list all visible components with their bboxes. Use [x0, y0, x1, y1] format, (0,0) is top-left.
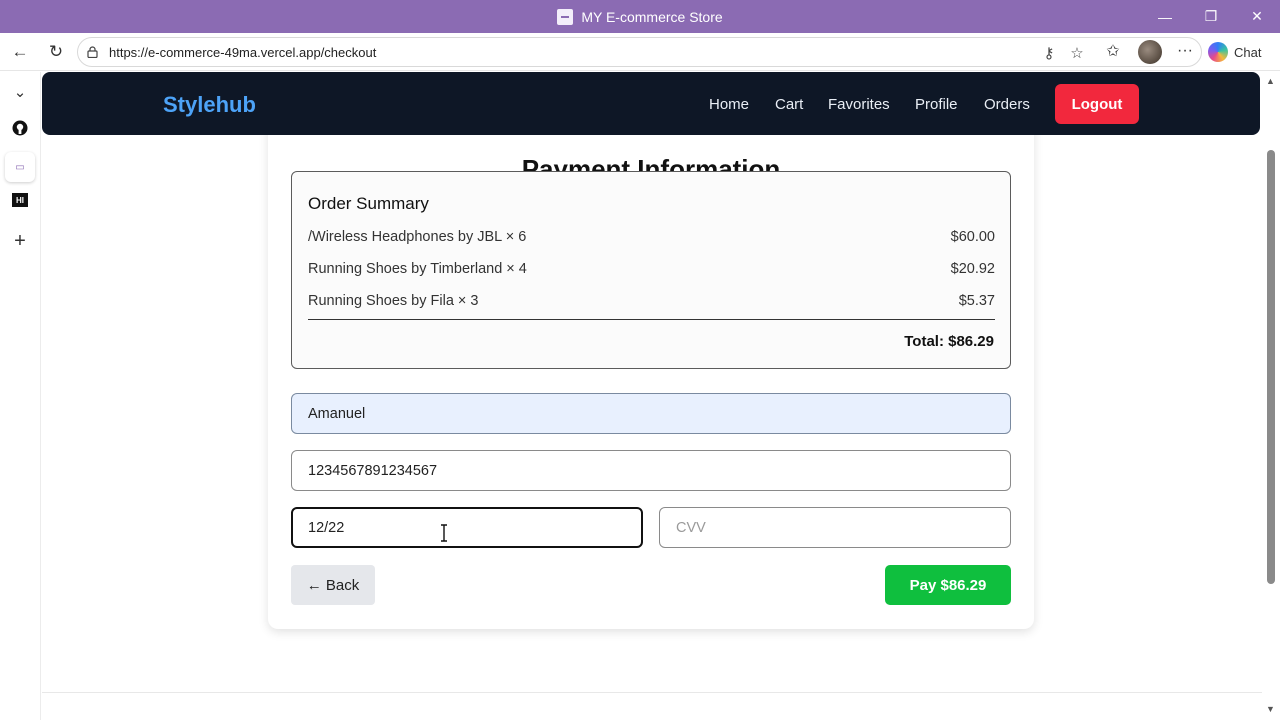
cvv-placeholder: CVV — [676, 519, 706, 536]
nav-orders[interactable]: Orders — [984, 96, 1030, 113]
order-summary: Order Summary /Wireless Headphones by JB… — [291, 171, 1011, 369]
item-price: $20.92 — [950, 261, 995, 277]
order-total: Total: $86.29 — [904, 333, 994, 350]
card-number-input[interactable]: 1234567891234567 — [291, 450, 1011, 491]
restore-icon[interactable]: ❐ — [1188, 0, 1234, 33]
nav-profile[interactable]: Profile — [915, 96, 958, 113]
star-icon[interactable]: ☆ — [1066, 42, 1088, 64]
url-text[interactable]: https://e-commerce-49ma.vercel.app/check… — [109, 45, 376, 60]
window-title: MY E-commerce Store — [0, 0, 1280, 33]
window-titlebar: MY E-commerce Store — ❐ ✕ — [0, 0, 1280, 33]
back-icon[interactable]: ← — [5, 37, 35, 67]
page-bottom-area — [42, 692, 1262, 720]
tab-favicon-icon — [557, 8, 574, 25]
item-name: Running Shoes by Timberland × 4 — [308, 261, 527, 277]
refresh-icon[interactable]: ↻ — [41, 37, 71, 67]
item-price: $5.37 — [958, 293, 995, 309]
close-icon[interactable]: ✕ — [1234, 0, 1280, 33]
avatar[interactable] — [1138, 40, 1162, 64]
key-icon[interactable]: ⚷ — [1038, 42, 1060, 64]
chevron-down-icon[interactable]: ⌄ — [8, 80, 32, 104]
expiry-date-input[interactable]: 12/22 — [291, 507, 643, 548]
hi-badge-icon[interactable]: HI — [8, 188, 32, 212]
ecommerce-tab-icon[interactable]: ▭ — [5, 152, 35, 182]
logout-button[interactable]: Logout — [1055, 84, 1139, 124]
page-viewport: Payment Information Stylehub Home Cart F… — [42, 72, 1262, 692]
scroll-thumb[interactable] — [1267, 150, 1275, 584]
address-bar[interactable]: https://e-commerce-49ma.vercel.app/check… — [77, 37, 1202, 67]
chat-label: Chat — [1234, 44, 1262, 60]
copilot-icon — [1208, 42, 1228, 62]
browser-toolbar: ← ↻ https://e-commerce-49ma.vercel.app/c… — [0, 33, 1280, 71]
minimize-icon[interactable]: — — [1142, 0, 1188, 33]
text-cursor-icon — [441, 524, 447, 542]
order-item: /Wireless Headphones by JBL × 6 $60.00 — [308, 229, 995, 249]
browser-sidebar: ⌄ ▭ HI + — [0, 72, 41, 720]
cardholder-name-value: Amanuel — [308, 405, 366, 422]
cardholder-name-input[interactable]: Amanuel — [291, 393, 1011, 434]
chat-button[interactable]: Chat — [1208, 40, 1261, 64]
expiry-date-value: 12/22 — [308, 519, 345, 536]
item-price: $60.00 — [950, 229, 995, 245]
more-icon[interactable]: ··· — [1174, 40, 1196, 62]
pay-button[interactable]: Pay $86.29 — [885, 565, 1011, 605]
order-summary-title: Order Summary — [308, 194, 429, 213]
summary-divider — [308, 319, 995, 320]
back-button[interactable]: ← Back — [291, 565, 375, 605]
site-navbar: Stylehub Home Cart Favorites Profile Ord… — [42, 72, 1260, 135]
github-icon[interactable] — [8, 116, 32, 140]
order-item: Running Shoes by Fila × 3 $5.37 — [308, 293, 995, 313]
nav-cart[interactable]: Cart — [775, 96, 803, 113]
lock-icon — [87, 46, 98, 58]
plus-icon[interactable]: + — [8, 229, 32, 253]
favorites-icon[interactable]: ✩ — [1102, 40, 1124, 62]
window-title-text: MY E-commerce Store — [581, 8, 723, 25]
page-scrollbar[interactable]: ▲ ▼ — [1262, 72, 1280, 720]
nav-favorites[interactable]: Favorites — [828, 96, 890, 113]
scroll-down-icon[interactable]: ▼ — [1266, 704, 1275, 714]
brand-logo[interactable]: Stylehub — [163, 92, 256, 118]
item-name: Running Shoes by Fila × 3 — [308, 293, 479, 309]
scroll-up-icon[interactable]: ▲ — [1266, 76, 1275, 86]
item-name: /Wireless Headphones by JBL × 6 — [308, 229, 527, 245]
nav-home[interactable]: Home — [709, 96, 749, 113]
hi-badge-text: HI — [12, 193, 28, 207]
card-number-value: 1234567891234567 — [308, 462, 438, 479]
cvv-input[interactable]: CVV — [659, 507, 1011, 548]
order-item: Running Shoes by Timberland × 4 $20.92 — [308, 261, 995, 281]
